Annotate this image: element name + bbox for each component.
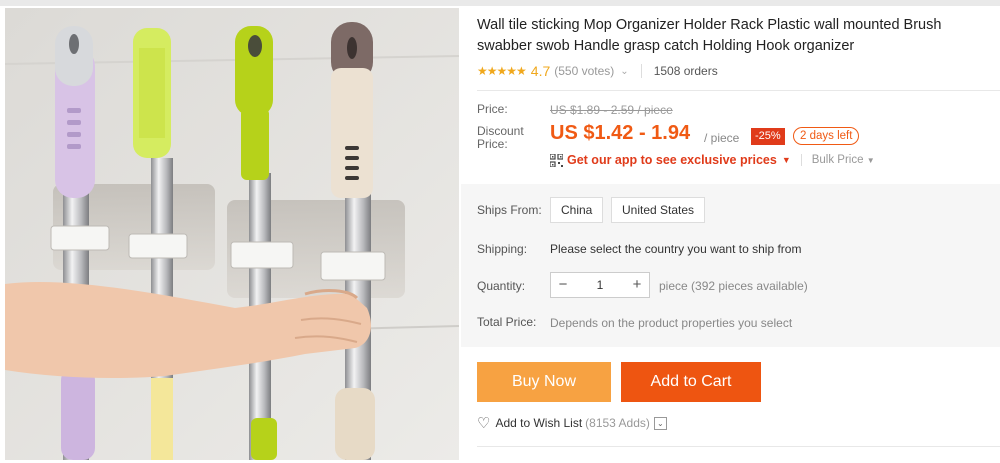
quantity-stepper: − 1 + [550,272,650,298]
quantity-increase-button[interactable]: + [625,273,649,297]
bulk-price-label: Bulk Price [811,154,864,166]
total-price-text: Depends on the product properties you se… [550,316,793,330]
app-exclusive-link[interactable]: Get our app to see exclusive prices [567,153,777,167]
heart-icon[interactable]: ♡ [477,414,490,432]
add-to-cart-button[interactable]: Add to Cart [621,362,761,402]
divider [477,446,1000,447]
vote-count[interactable]: (550 votes) [554,64,614,78]
discount-price-label: Discount Price: [477,124,524,151]
caret-down-icon: ▼ [866,156,875,165]
discount-price: US $1.42 - 1.94 [550,122,691,144]
discount-badge: -25% [751,128,785,145]
purchase-options: Ships From: China United States Shipping… [461,184,1000,347]
total-price-label: Total Price: [477,315,537,329]
order-count: 1508 orders [653,64,718,78]
rating-row: ★★★★★ 4.7 (550 votes) ⌄ 1508 orders [477,62,718,80]
rating-value: 4.7 [530,63,551,79]
time-left-badge: 2 days left [793,127,860,145]
price-section: Price: US $1.89 - 2.59 / piece Discount … [461,91,1000,183]
ship-from-option-united-states[interactable]: United States [611,197,706,223]
ship-from-option-china[interactable]: China [550,197,604,223]
product-image[interactable] [5,8,459,460]
wish-list-label[interactable]: Add to Wish List [495,416,582,430]
add-to-wish-list[interactable]: ♡ Add to Wish List (8153 Adds) ⌄ [477,414,667,432]
ships-from-label: Ships From: [477,203,542,217]
product-title: Wall tile sticking Mop Organizer Holder … [477,17,942,54]
caret-down-icon[interactable]: ▼ [782,155,791,165]
chevron-down-icon[interactable]: ⌄ [620,66,628,77]
app-promo-row: Get our app to see exclusive prices ▼ Bu… [550,153,875,167]
quantity-decrease-button[interactable]: − [551,273,575,297]
original-price: US $1.89 - 2.59 / piece [550,103,673,117]
product-details: Wall tile sticking Mop Organizer Holder … [461,8,1000,463]
shipping-message: Please select the country you want to sh… [550,242,802,256]
quantity-available: piece (392 pieces available) [659,279,808,293]
buy-now-button[interactable]: Buy Now [477,362,611,402]
price-unit: / piece [704,131,740,145]
qr-code-icon [550,153,563,167]
shipping-label: Shipping: [477,242,528,256]
wish-count: (8153 Adds) [585,416,650,430]
star-rating-icon: ★★★★★ [477,64,527,78]
chevron-down-icon[interactable]: ⌄ [653,416,667,430]
bulk-price-dropdown[interactable]: Bulk Price ▼ [800,154,875,166]
quantity-input[interactable]: 1 [575,278,625,292]
product-photo [5,8,459,460]
top-strip [0,0,1000,6]
price-label: Price: [477,102,508,116]
quantity-label: Quantity: [477,279,526,293]
divider [640,64,642,78]
